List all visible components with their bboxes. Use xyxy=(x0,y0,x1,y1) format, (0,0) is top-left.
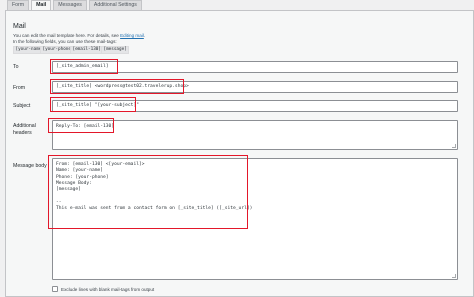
additional-headers-label: Additional headers xyxy=(13,123,36,136)
subject-label: Subject xyxy=(13,103,31,109)
mail-description: You can edit the mail template here. For… xyxy=(13,33,145,38)
exclude-blank-option[interactable]: Exclude lines with blank mail-tags from … xyxy=(52,286,154,292)
tab-mail[interactable]: Mail xyxy=(31,0,52,10)
description-period: . xyxy=(143,33,146,38)
to-label: To xyxy=(13,64,19,70)
additional-headers-label-line2: headers xyxy=(13,129,32,136)
description-text: You can edit the mail template here. For… xyxy=(13,33,119,38)
tab-messages[interactable]: Messages xyxy=(53,0,87,10)
message-body-label: Message body xyxy=(13,163,47,169)
highlight-box xyxy=(48,155,248,229)
additional-headers-label-line1: Additional xyxy=(13,123,36,129)
editing-mail-link[interactable]: Editing mail xyxy=(120,33,144,38)
highlight-box xyxy=(50,59,118,74)
exclude-blank-checkbox[interactable] xyxy=(52,286,58,292)
tab-form[interactable]: Form xyxy=(7,0,30,10)
panel-heading: Mail xyxy=(13,23,26,30)
tab-additional-settings[interactable]: Additional Settings xyxy=(88,0,142,10)
resize-handle-icon[interactable] xyxy=(452,144,456,148)
mail-tag[interactable]: [message] xyxy=(101,46,130,54)
exclude-blank-label: Exclude lines with blank mail-tags from … xyxy=(61,286,155,292)
mail-tags-intro: In the following fields, you can use the… xyxy=(13,39,117,44)
highlight-box xyxy=(48,118,114,133)
highlight-box xyxy=(50,97,136,112)
from-label: From xyxy=(13,85,26,91)
resize-handle-icon[interactable] xyxy=(452,274,456,278)
tab-bar: Form Mail Messages Additional Settings xyxy=(7,0,144,10)
highlight-box xyxy=(50,79,184,94)
mail-tag[interactable]: [email-130] xyxy=(70,46,104,54)
